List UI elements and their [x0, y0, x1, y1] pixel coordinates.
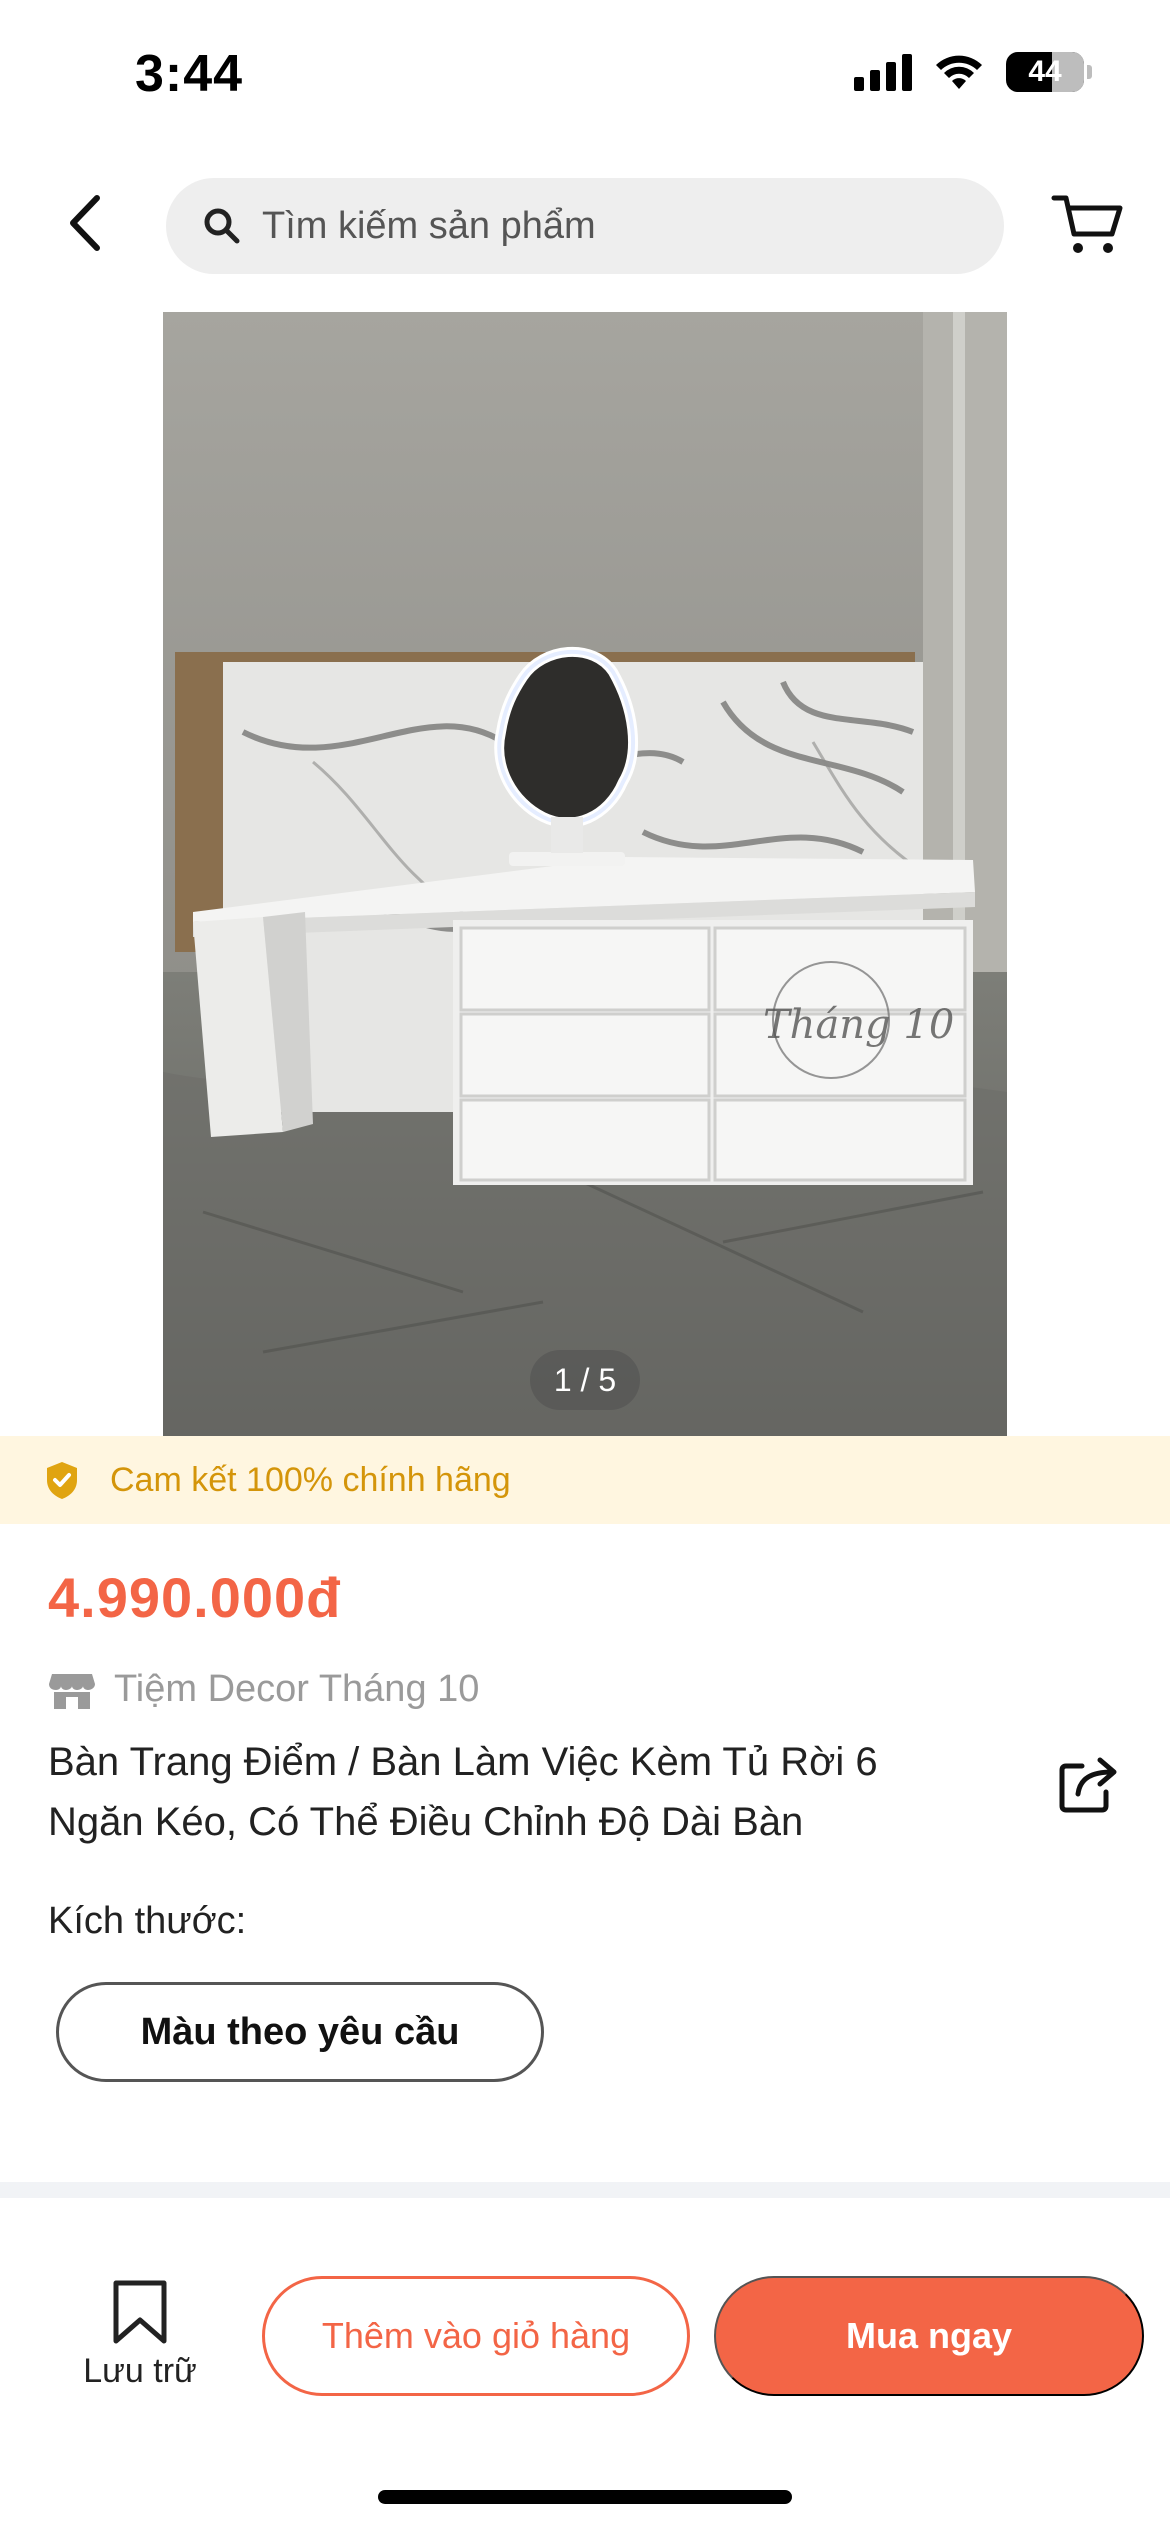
add-to-cart-button[interactable]: Thêm vào giỏ hàng	[262, 2276, 690, 2396]
status-icons: 44	[854, 52, 1092, 92]
product-price: 4.990.000đ	[48, 1566, 342, 1629]
product-image-gallery[interactable]: Tháng 10	[163, 312, 1007, 1436]
cart-button[interactable]	[1050, 190, 1124, 260]
watermark-text: Tháng 10	[763, 1002, 955, 1048]
store-icon	[49, 1673, 95, 1709]
buy-now-button[interactable]: Mua ngay	[714, 2276, 1144, 2396]
shop-name: Tiệm Decor Tháng 10	[114, 1668, 480, 1710]
bottom-action-bar: Lưu trữ Thêm vào giỏ hàng Mua ngay	[0, 2198, 1170, 2532]
chevron-left-icon	[70, 195, 100, 251]
section-divider	[0, 2182, 1170, 2198]
save-button[interactable]: Lưu trữ	[60, 2280, 220, 2410]
shield-check-icon	[47, 1462, 77, 1499]
home-indicator[interactable]	[378, 2490, 792, 2504]
battery-icon: 44	[1006, 52, 1084, 92]
authenticity-label: Cam kết 100% chính hãng	[110, 1460, 511, 1499]
status-bar: 3:44 44	[0, 0, 1170, 150]
save-label: Lưu trữ	[83, 2352, 197, 2390]
shop-link[interactable]: Tiệm Decor Tháng 10	[48, 1668, 479, 1711]
cart-icon	[1051, 195, 1123, 253]
size-label: Kích thước:	[48, 1900, 247, 1942]
image-pager: 1 / 5	[530, 1350, 640, 1410]
search-bar[interactable]	[166, 178, 1004, 274]
search-input[interactable]	[262, 204, 962, 248]
cellular-signal-icon	[854, 53, 912, 91]
bookmark-icon	[113, 2280, 167, 2344]
search-icon	[204, 208, 240, 244]
authenticity-banner: Cam kết 100% chính hãng	[0, 1436, 1170, 1524]
wifi-icon	[936, 55, 982, 89]
header	[0, 170, 1170, 280]
share-button[interactable]	[1058, 1752, 1120, 1814]
battery-level: 44	[1028, 55, 1062, 88]
product-image	[163, 312, 1007, 1436]
status-time: 3:44	[135, 45, 244, 103]
share-icon	[1059, 1757, 1117, 1813]
product-title: Bàn Trang Điểm / Bàn Làm Việc Kèm Tủ Rời…	[48, 1740, 878, 1844]
variant-option[interactable]: Màu theo yêu cầu	[56, 1982, 544, 2082]
back-button[interactable]	[50, 188, 120, 258]
